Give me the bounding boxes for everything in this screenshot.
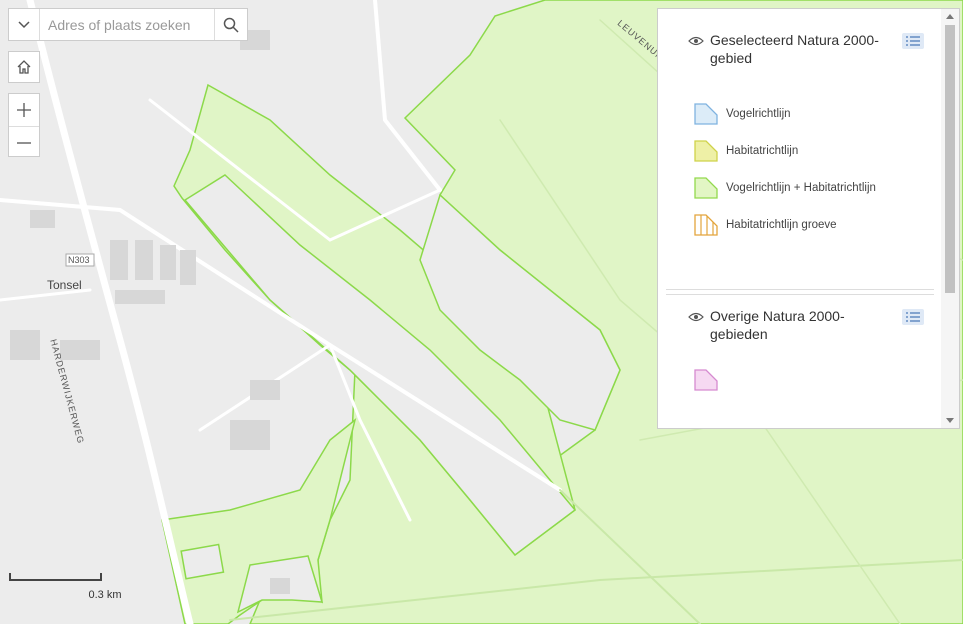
eye-icon[interactable] — [688, 33, 710, 51]
legend-swatch — [694, 102, 718, 125]
legend-swatch — [694, 368, 718, 391]
scroll-down-arrow[interactable] — [946, 418, 954, 423]
search-source-dropdown[interactable] — [9, 9, 40, 40]
legend-scrollbar[interactable] — [941, 9, 959, 428]
zoom-control — [8, 93, 40, 157]
eye-icon[interactable] — [688, 309, 710, 327]
search-button[interactable] — [214, 9, 247, 40]
chevron-down-icon — [18, 20, 30, 28]
zoom-in-button[interactable] — [9, 94, 39, 127]
scroll-thumb[interactable] — [945, 25, 955, 293]
town-label: Tonsel — [47, 278, 82, 292]
home-icon — [17, 60, 31, 74]
zoom-out-button[interactable] — [9, 127, 39, 159]
scale-label: 0.3 km — [88, 589, 122, 601]
legend-item: Vogelrichtlijn — [666, 95, 934, 132]
legend-item-label: Habitatrichtlijn — [726, 144, 799, 157]
legend-section-title: Geselecteerd Natura 2000-gebied — [710, 32, 879, 66]
road-shield-label: N303 — [68, 255, 90, 265]
search-widget — [8, 8, 248, 41]
legend-swatch — [694, 176, 718, 199]
legend-section-title: Overige Natura 2000-gebieden — [710, 308, 845, 342]
list-icon[interactable] — [902, 33, 924, 49]
legend-section-other: Overige Natura 2000-gebieden — [666, 294, 934, 428]
legend-item — [666, 361, 934, 398]
legend-panel[interactable]: Geselecteerd Natura 2000-gebied Vogelric… — [657, 8, 960, 429]
legend-item-label: Vogelrichtlijn — [726, 107, 791, 120]
home-button[interactable] — [8, 51, 40, 83]
minus-icon — [17, 142, 31, 144]
search-icon — [223, 17, 239, 33]
legend-item-label: Vogelrichtlijn + Habitatrichtlijn — [726, 181, 876, 194]
legend-item-label: Habitatrichtlijn groeve — [726, 218, 837, 231]
legend-section-selected: Geselecteerd Natura 2000-gebied Vogelric… — [666, 19, 934, 290]
scroll-up-arrow[interactable] — [946, 14, 954, 19]
list-icon[interactable] — [902, 309, 924, 325]
legend-item: Habitatrichtlijn groeve — [666, 206, 934, 243]
legend-item: Vogelrichtlijn + Habitatrichtlijn — [666, 169, 934, 206]
search-input[interactable] — [40, 9, 214, 40]
legend-item: Habitatrichtlijn — [666, 132, 934, 169]
legend-swatch — [694, 213, 718, 236]
legend-swatch — [694, 139, 718, 162]
plus-icon — [17, 103, 31, 117]
scale-bar — [9, 573, 102, 581]
